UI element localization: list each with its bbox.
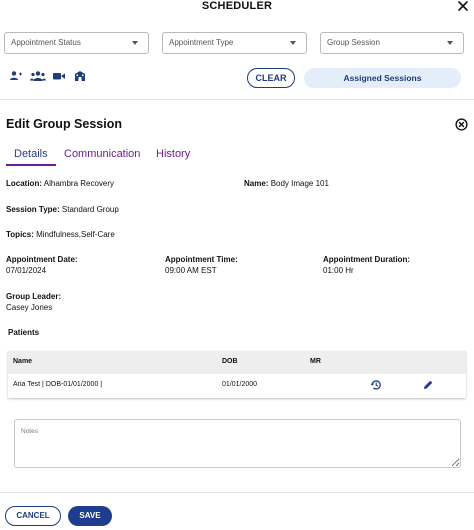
tab-history[interactable]: History xyxy=(156,148,190,160)
patient-dob: 01/01/2000 xyxy=(222,381,258,388)
appointment-time-value: 09:00 AM EST xyxy=(165,266,217,275)
session-type-value: Standard Group xyxy=(61,205,119,214)
name-value: Body Image 101 xyxy=(270,179,329,188)
header: SCHEDULER xyxy=(0,0,474,28)
video-camera-icon[interactable] xyxy=(52,70,66,82)
footer-divider xyxy=(0,492,474,493)
building-icon[interactable] xyxy=(73,70,87,82)
appointment-date-value: 07/01/2024 xyxy=(6,266,47,275)
save-button[interactable]: SAVE xyxy=(68,506,112,526)
appointment-status-select[interactable]: Appointment Status xyxy=(4,32,149,54)
divider xyxy=(0,99,474,100)
location-field: Location: Alhambra Recovery xyxy=(6,178,114,189)
group-session-placeholder: Group Session xyxy=(327,38,380,47)
patients-table: Name DOB MR Aria Test | DOB-01/01/2000 |… xyxy=(8,351,466,398)
table-header: Name DOB MR xyxy=(8,351,466,374)
name-field: Name: Body Image 101 xyxy=(244,178,329,189)
page-title: SCHEDULER xyxy=(201,0,273,12)
patients-heading: Patients xyxy=(8,328,40,337)
notes-textarea[interactable] xyxy=(14,419,461,468)
session-type-label: Session Type: xyxy=(6,205,60,214)
column-header-dob: DOB xyxy=(222,358,238,365)
chevron-down-icon xyxy=(447,41,453,45)
close-icon[interactable] xyxy=(456,0,470,14)
patient-name: Aria Test | DOB-01/01/2000 | xyxy=(13,381,103,388)
person-icon[interactable] xyxy=(9,70,23,82)
history-icon[interactable] xyxy=(370,379,382,391)
assigned-sessions-button[interactable]: Assigned Sessions xyxy=(304,68,461,88)
appointment-duration-label: Appointment Duration: xyxy=(323,255,411,264)
group-leader-value: Casey Jones xyxy=(6,303,53,312)
cancel-button[interactable]: CANCEL xyxy=(5,506,61,526)
appointment-duration-value: 01:00 Hr xyxy=(323,266,354,275)
group-leader-label: Group Leader: xyxy=(6,292,62,301)
panel-title: Edit Group Session xyxy=(6,117,122,131)
appointment-type-select[interactable]: Appointment Type xyxy=(162,32,307,54)
location-value: Alhambra Recovery xyxy=(43,179,115,188)
appointment-date-label: Appointment Date: xyxy=(6,255,78,264)
tab-details[interactable]: Details xyxy=(14,148,48,160)
name-label: Name: xyxy=(244,179,269,188)
group-session-select[interactable]: Group Session xyxy=(320,32,464,54)
topics-value: Mindfulness,Self-Care xyxy=(36,230,115,239)
session-type-field: Session Type: Standard Group xyxy=(6,204,119,215)
column-header-name: Name xyxy=(13,358,33,365)
topics-label: Topics: xyxy=(6,230,34,239)
topics-field: Topics: Mindfulness,Self-Care xyxy=(6,229,115,240)
people-group-icon[interactable] xyxy=(30,70,46,82)
appointment-type-placeholder: Appointment Type xyxy=(169,38,234,47)
location-label: Location: xyxy=(6,179,42,188)
active-tab-indicator xyxy=(6,164,56,166)
clear-button[interactable]: CLEAR xyxy=(247,68,295,88)
appointment-status-placeholder: Appointment Status xyxy=(11,38,81,47)
close-circle-icon[interactable] xyxy=(455,118,468,131)
column-header-mr: MR xyxy=(310,358,321,365)
tab-communication[interactable]: Communication xyxy=(64,148,140,160)
edit-pencil-icon[interactable] xyxy=(422,379,434,391)
chevron-down-icon xyxy=(132,41,138,45)
chevron-down-icon xyxy=(290,41,296,45)
appointment-time-label: Appointment Time: xyxy=(165,255,238,264)
